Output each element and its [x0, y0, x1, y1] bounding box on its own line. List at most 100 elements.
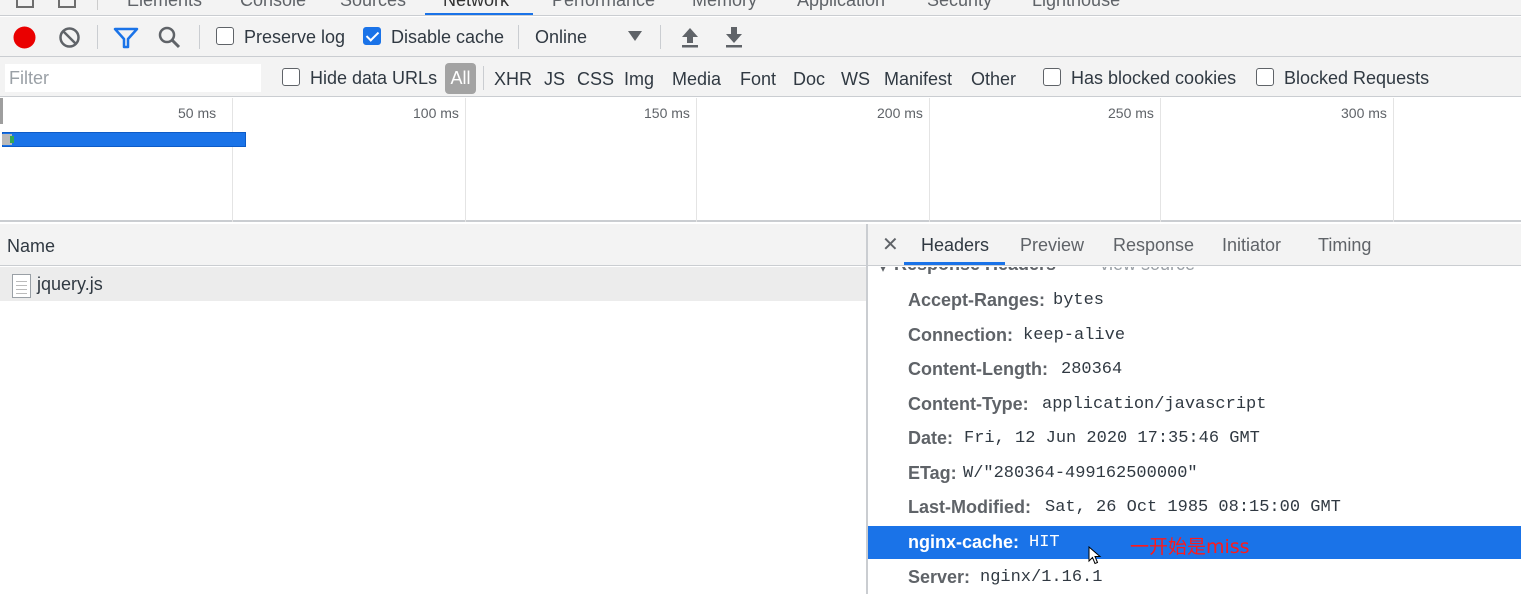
toolbar-separator	[97, 25, 98, 49]
tab-lighthouse[interactable]: Lighthouse	[1032, 0, 1120, 11]
tab-timing[interactable]: Timing	[1318, 235, 1371, 256]
file-icon	[12, 274, 31, 298]
tab-elements[interactable]: Elements	[127, 0, 202, 11]
tab-memory[interactable]: Memory	[692, 0, 757, 11]
header-row: Accept-Ranges: bytes	[868, 284, 1521, 317]
hide-data-urls-label[interactable]: Hide data URLs	[310, 68, 437, 89]
tab-headers[interactable]: Headers	[921, 235, 989, 256]
type-filter-xhr[interactable]: XHR	[494, 69, 532, 90]
blocked-requests-label[interactable]: Blocked Requests	[1284, 68, 1429, 89]
inspect-element-icon[interactable]	[16, 0, 34, 8]
overview-tick-label: 50 ms	[178, 105, 217, 121]
has-blocked-cookies-label[interactable]: Has blocked cookies	[1071, 68, 1236, 89]
overview-tick-label: 250 ms	[1108, 105, 1154, 121]
header-row: Last-Modified: Sat, 26 Oct 1985 08:15:00…	[868, 491, 1521, 524]
name-column-header[interactable]: Name	[7, 236, 55, 257]
tab-response[interactable]: Response	[1113, 235, 1194, 256]
type-filter-doc[interactable]: Doc	[793, 69, 825, 90]
preserve-log-checkbox[interactable]	[216, 27, 234, 45]
type-filter-css[interactable]: CSS	[577, 69, 614, 90]
tab-sources[interactable]: Sources	[340, 0, 406, 11]
requests-panel: Name jquery.js	[0, 224, 868, 594]
overview-tick-label: 150 ms	[644, 105, 690, 121]
filter-separator	[483, 66, 484, 90]
overview-tick-label: 200 ms	[877, 105, 923, 121]
overview-request-ttfb	[10, 136, 14, 143]
device-toolbar-icon[interactable]	[58, 0, 76, 8]
tab-strip-separator	[97, 0, 98, 10]
header-row: Content-Length: 280364	[868, 353, 1521, 386]
export-har-icon[interactable]	[723, 26, 745, 48]
collapse-triangle-icon[interactable]: ▾	[880, 267, 886, 275]
close-icon[interactable]: ✕	[882, 232, 899, 257]
headers-content: ▾ Response Headers view source Accept-Ra…	[868, 267, 1521, 594]
overview-request-bar	[2, 132, 246, 147]
clear-icon[interactable]	[58, 26, 81, 49]
type-filter-img[interactable]: Img	[624, 69, 654, 90]
type-filter-ws[interactable]: WS	[841, 69, 870, 90]
import-har-icon[interactable]	[679, 26, 701, 48]
header-value: nginx/1.16.1	[980, 568, 1103, 587]
overview-gridline	[1393, 98, 1394, 222]
network-overview[interactable]: 50 ms 100 ms 150 ms 200 ms 250 ms 300 ms	[0, 98, 1521, 222]
throttling-select[interactable]: Online	[535, 27, 587, 48]
header-key: Content-Length:	[908, 359, 1048, 379]
disable-cache-label[interactable]: Disable cache	[391, 27, 504, 48]
type-filter-font[interactable]: Font	[740, 69, 776, 90]
type-filter-js[interactable]: JS	[544, 69, 565, 90]
type-filter-all[interactable]: All	[445, 63, 476, 94]
view-source-link[interactable]: view source	[1100, 267, 1195, 275]
tab-console[interactable]: Console	[240, 0, 306, 11]
disable-cache-checkbox[interactable]	[363, 27, 381, 45]
header-value: HIT	[1029, 533, 1060, 552]
overview-gridline	[696, 98, 697, 222]
filter-icon[interactable]	[113, 26, 139, 50]
header-value: keep-alive	[1023, 326, 1126, 345]
preserve-log-label[interactable]: Preserve log	[244, 27, 345, 48]
has-blocked-cookies-checkbox[interactable]	[1043, 68, 1061, 86]
tab-application[interactable]: Application	[797, 0, 885, 11]
tab-network[interactable]: Network	[443, 0, 509, 11]
header-row: Server: nginx/1.16.1	[868, 561, 1521, 594]
header-row-selected[interactable]: nginx-cache: HIT 一开始是miss	[868, 526, 1521, 565]
tab-preview[interactable]: Preview	[1020, 235, 1084, 256]
overview-gridline	[232, 98, 233, 222]
search-icon[interactable]	[157, 25, 182, 50]
header-value: application/javascript	[1042, 395, 1267, 414]
header-key: Content-Type:	[908, 394, 1029, 414]
overview-gridline	[1160, 98, 1161, 222]
overview-gridline	[929, 98, 930, 222]
details-tab-bar: ✕ Headers Preview Response Initiator Tim…	[868, 224, 1521, 266]
header-key: Date:	[908, 428, 954, 448]
overview-left-marker	[0, 98, 3, 124]
request-details-panel: ✕ Headers Preview Response Initiator Tim…	[868, 224, 1521, 594]
record-icon[interactable]	[12, 25, 37, 50]
header-key: nginx-cache:	[908, 532, 1020, 552]
header-value: bytes	[1053, 291, 1105, 310]
section-title[interactable]: Response Headers	[894, 267, 1056, 275]
header-value: Fri, 12 Jun 2020 17:35:46 GMT	[964, 429, 1260, 448]
network-toolbar: Preserve log Disable cache Online	[0, 17, 1521, 57]
tab-performance[interactable]: Performance	[552, 0, 655, 11]
header-key: Accept-Ranges:	[908, 290, 1046, 310]
tab-initiator[interactable]: Initiator	[1222, 235, 1281, 256]
type-filter-manifest[interactable]: Manifest	[884, 69, 952, 90]
blocked-requests-checkbox[interactable]	[1256, 68, 1274, 86]
overview-tick-label: 300 ms	[1341, 105, 1387, 121]
header-value: W/"280364-499162500000"	[963, 464, 1198, 483]
hide-data-urls-checkbox[interactable]	[282, 68, 300, 86]
active-tab-underline	[425, 13, 533, 15]
header-value: Sat, 26 Oct 1985 08:15:00 GMT	[1045, 498, 1341, 517]
toolbar-separator	[660, 25, 661, 49]
type-filter-other[interactable]: Other	[971, 69, 1016, 90]
filter-input[interactable]	[5, 64, 261, 92]
type-filter-media[interactable]: Media	[672, 69, 721, 90]
chevron-down-icon[interactable]	[627, 30, 643, 42]
overview-tick-label: 100 ms	[413, 105, 459, 121]
requests-header: Name	[0, 224, 866, 266]
table-row[interactable]: jquery.js	[0, 267, 866, 301]
active-details-tab-underline	[904, 262, 1005, 265]
tab-security[interactable]: Security	[927, 0, 992, 11]
header-key: ETag:	[908, 463, 957, 483]
request-name[interactable]: jquery.js	[37, 274, 103, 295]
